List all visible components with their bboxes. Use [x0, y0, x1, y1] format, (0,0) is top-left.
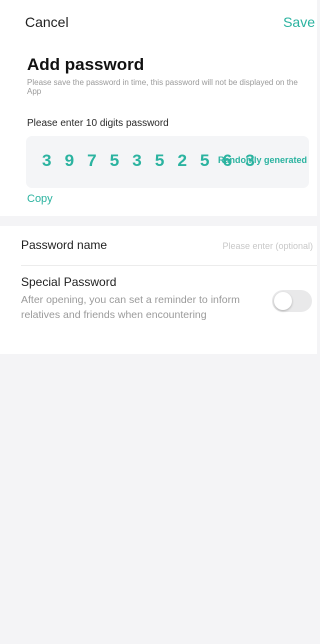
- special-password-title: Special Password: [21, 275, 117, 289]
- password-name-row: Password name: [0, 226, 317, 265]
- special-password-toggle[interactable]: [272, 290, 312, 312]
- settings-card: Password name Special Password After ope…: [0, 226, 317, 354]
- password-name-input[interactable]: [183, 237, 313, 255]
- cancel-button[interactable]: Cancel: [25, 14, 69, 30]
- save-button[interactable]: Save: [283, 14, 315, 30]
- password-display: 3 9 7 5 3 5 2 5 6 3 Randomly generated: [26, 136, 309, 188]
- toggle-knob: [274, 292, 292, 310]
- page-title: Add password: [27, 55, 145, 74]
- randomly-generated-button[interactable]: Randomly generated: [218, 155, 307, 165]
- nav-bar: Cancel Save: [0, 0, 317, 44]
- password-name-label: Password name: [21, 238, 108, 252]
- password-prompt: Please enter 10 digits password: [27, 118, 169, 129]
- special-password-description: After opening, you can set a reminder to…: [21, 294, 240, 321]
- divider: [21, 265, 317, 266]
- copy-button[interactable]: Copy: [27, 193, 53, 205]
- password-card: Cancel Save Add password Please save the…: [0, 0, 317, 216]
- page-subtitle: Please save the password in time, this p…: [27, 78, 298, 96]
